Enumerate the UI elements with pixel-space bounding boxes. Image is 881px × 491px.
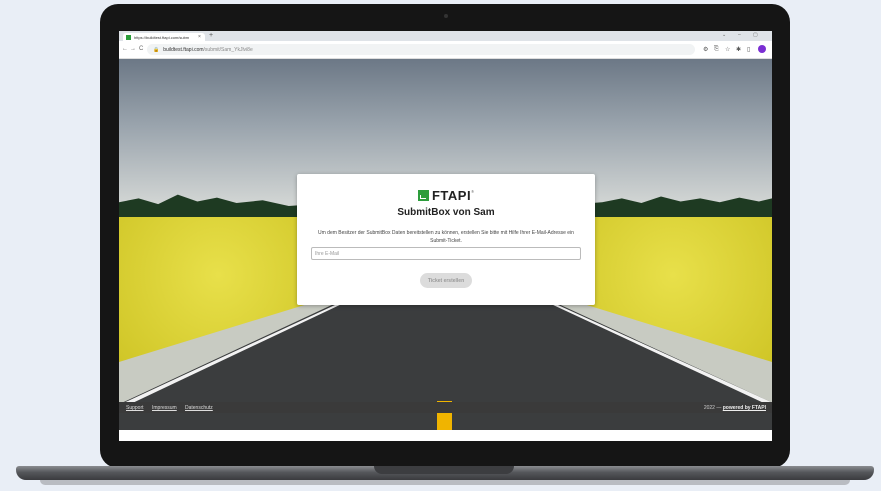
submitbox-card: FTAPI ® SubmitBox von Sam Um dem Besitze… bbox=[297, 174, 595, 305]
tab-title: https://buildtest.ftapi.com/subm bbox=[134, 34, 190, 40]
support-link[interactable]: Support bbox=[126, 405, 144, 411]
lock-icon: 🔒 bbox=[153, 46, 160, 53]
datenschutz-link[interactable]: Datenschutz bbox=[185, 405, 213, 411]
url-host: buildtest.ftapi.com bbox=[163, 46, 204, 53]
minimize-button[interactable]: – bbox=[738, 32, 741, 38]
logo-registered: ® bbox=[471, 189, 475, 194]
forward-button[interactable]: → bbox=[130, 46, 136, 52]
share-icon[interactable]: ⎘ bbox=[714, 46, 719, 53]
page-background: FTAPI ® SubmitBox von Sam Um dem Besitze… bbox=[119, 59, 772, 430]
extensions-icon[interactable]: ✱ bbox=[736, 46, 741, 53]
sidepanel-icon[interactable]: ▯ bbox=[747, 46, 750, 53]
new-tab-button[interactable]: + bbox=[209, 32, 213, 39]
tab-bar: https://buildtest.ftapi.com/subm × + ⌄ –… bbox=[119, 31, 772, 41]
footer: Support Impressum Datenschutz 2022 — pow… bbox=[119, 402, 772, 413]
back-button[interactable]: ← bbox=[122, 46, 128, 52]
create-ticket-button[interactable]: Ticket erstellen bbox=[420, 273, 472, 288]
description-text: Um dem Besitzer der SubmitBox Daten bere… bbox=[318, 230, 574, 244]
page-title: SubmitBox von Sam bbox=[397, 207, 495, 218]
ftapi-logo: FTAPI ® bbox=[297, 188, 595, 203]
toolbar: ← → C 🔒 buildtest.ftapi.com/submit/Sam_Y… bbox=[119, 41, 772, 59]
tab-close-icon[interactable]: × bbox=[198, 34, 201, 40]
tab-active[interactable]: https://buildtest.ftapi.com/subm × bbox=[123, 33, 205, 41]
tab-search-icon[interactable]: ⌄ bbox=[722, 32, 726, 38]
email-field[interactable] bbox=[311, 247, 581, 260]
powered-by-link[interactable]: powered by FTAPI bbox=[723, 405, 766, 411]
logo-text: FTAPI bbox=[431, 188, 472, 203]
footer-copyright: 2022 — powered by FTAPI bbox=[704, 405, 766, 411]
favicon-icon bbox=[126, 34, 131, 40]
camera bbox=[444, 14, 448, 18]
browser-window: https://buildtest.ftapi.com/subm × + ⌄ –… bbox=[119, 31, 772, 441]
url-text: buildtest.ftapi.com/submit/Sam_YkJlvi8e bbox=[163, 47, 253, 53]
reload-button[interactable]: C bbox=[139, 46, 143, 52]
translate-icon[interactable]: ⚙ bbox=[703, 46, 708, 53]
laptop-shadow bbox=[40, 480, 850, 485]
impressum-link[interactable]: Impressum bbox=[152, 405, 177, 411]
address-bar[interactable]: 🔒 buildtest.ftapi.com/submit/Sam_YkJlvi8… bbox=[147, 44, 695, 55]
url-path: /submit/Sam_YkJlvi8e bbox=[203, 46, 253, 53]
bookmark-star-icon[interactable]: ☆ bbox=[725, 46, 730, 53]
copyright-text: 2022 — bbox=[703, 405, 723, 411]
maximize-button[interactable]: ▢ bbox=[753, 32, 758, 38]
ftapi-logo-icon bbox=[417, 190, 429, 201]
laptop-notch bbox=[374, 466, 514, 474]
profile-avatar[interactable] bbox=[758, 45, 766, 53]
